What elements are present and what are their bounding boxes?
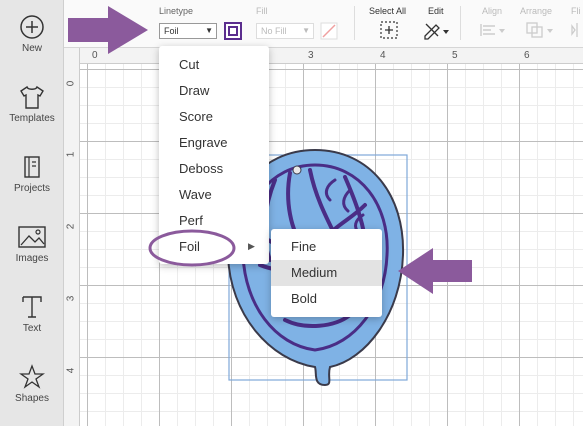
left-ruler: 0 1 2 3 4 bbox=[64, 48, 80, 426]
linetype-label: Linetype bbox=[159, 6, 194, 16]
menu-item-cut[interactable]: Cut bbox=[159, 52, 269, 78]
ruler-top-0: 0 bbox=[92, 50, 98, 61]
sidebar-item-label: Templates bbox=[9, 113, 55, 124]
menu-item-perf[interactable]: Perf bbox=[159, 208, 269, 234]
ruler-top-6: 6 bbox=[524, 50, 530, 61]
ruler-left-0: 0 bbox=[65, 80, 77, 87]
fill-select-value: No Fill bbox=[261, 26, 287, 36]
ruler-left-2: 2 bbox=[65, 223, 77, 230]
sidebar-item-label: Text bbox=[22, 323, 42, 334]
flip-icon bbox=[571, 23, 578, 37]
menu-item-score[interactable]: Score bbox=[159, 104, 269, 130]
left-sidebar: New Templates Projects Images Text Shape… bbox=[0, 0, 64, 426]
shapes-icon bbox=[19, 364, 45, 389]
toolbar-divider bbox=[354, 6, 355, 40]
toolbar-divider bbox=[460, 6, 461, 40]
ruler-left-4: 4 bbox=[65, 367, 77, 374]
image-icon bbox=[18, 226, 46, 248]
projects-icon bbox=[24, 156, 40, 178]
caret-down-icon: ▼ bbox=[205, 26, 213, 35]
submenu-arrow-icon: ▶ bbox=[248, 241, 255, 251]
edit-tools-icon[interactable] bbox=[422, 20, 450, 40]
ruler-left-3: 3 bbox=[65, 295, 77, 302]
select-all-icon[interactable] bbox=[379, 20, 399, 40]
shirt-icon bbox=[20, 85, 44, 109]
menu-item-wave[interactable]: Wave bbox=[159, 182, 269, 208]
arrange-icon bbox=[526, 22, 553, 38]
align-label: Align bbox=[482, 6, 503, 16]
sidebar-item-label: Images bbox=[15, 253, 49, 264]
linetype-select-value: Foil bbox=[164, 26, 179, 36]
linetype-color-swatch[interactable] bbox=[224, 22, 242, 40]
submenu-item-medium[interactable]: Medium bbox=[271, 260, 382, 286]
sidebar-item-label: Projects bbox=[13, 183, 51, 194]
sidebar-item-projects[interactable]: Projects bbox=[0, 154, 64, 194]
ruler-top-3: 3 bbox=[308, 50, 314, 61]
submenu-item-fine[interactable]: Fine bbox=[271, 234, 382, 260]
ruler-top-5: 5 bbox=[452, 50, 458, 61]
menu-item-deboss[interactable]: Deboss bbox=[159, 156, 269, 182]
top-ruler: 0 3 4 5 6 bbox=[64, 48, 583, 64]
text-t-icon bbox=[22, 296, 42, 318]
foil-submenu: Fine Medium Bold bbox=[271, 229, 382, 317]
swatch-inner bbox=[228, 26, 238, 36]
sidebar-item-label: Shapes bbox=[15, 393, 49, 404]
no-fill-swatch-icon[interactable] bbox=[320, 22, 338, 40]
linetype-dropdown-menu: Cut Draw Score Engrave Deboss Wave Perf … bbox=[159, 46, 269, 264]
top-toolbar: Linetype Foil ▼ Fill No Fill ▼ Select Al… bbox=[64, 0, 583, 48]
sidebar-item-label: New bbox=[21, 43, 42, 54]
ruler-top-4: 4 bbox=[380, 50, 386, 61]
sidebar-item-images[interactable]: Images bbox=[0, 224, 64, 264]
fill-select[interactable]: No Fill ▼ bbox=[256, 23, 314, 39]
sidebar-item-new[interactable]: New bbox=[0, 14, 64, 54]
fill-label: Fill bbox=[256, 6, 268, 16]
caret-down-icon: ▼ bbox=[302, 26, 310, 35]
menu-item-draw[interactable]: Draw bbox=[159, 78, 269, 104]
arrange-label: Arrange bbox=[520, 6, 553, 16]
ruler-left-1: 1 bbox=[65, 151, 77, 158]
sidebar-item-templates[interactable]: Templates bbox=[0, 84, 64, 124]
flip-label: Fli bbox=[571, 6, 581, 16]
edit-label: Edit bbox=[428, 6, 444, 16]
linetype-select[interactable]: Foil ▼ bbox=[159, 23, 217, 39]
menu-item-engrave[interactable]: Engrave bbox=[159, 130, 269, 156]
plus-circle-icon bbox=[20, 15, 44, 39]
select-all-label: Select All bbox=[369, 6, 407, 16]
align-icon bbox=[480, 24, 505, 36]
sidebar-item-shapes[interactable]: Shapes bbox=[0, 364, 64, 404]
submenu-item-bold[interactable]: Bold bbox=[271, 286, 382, 312]
sidebar-item-text[interactable]: Text bbox=[0, 294, 64, 334]
